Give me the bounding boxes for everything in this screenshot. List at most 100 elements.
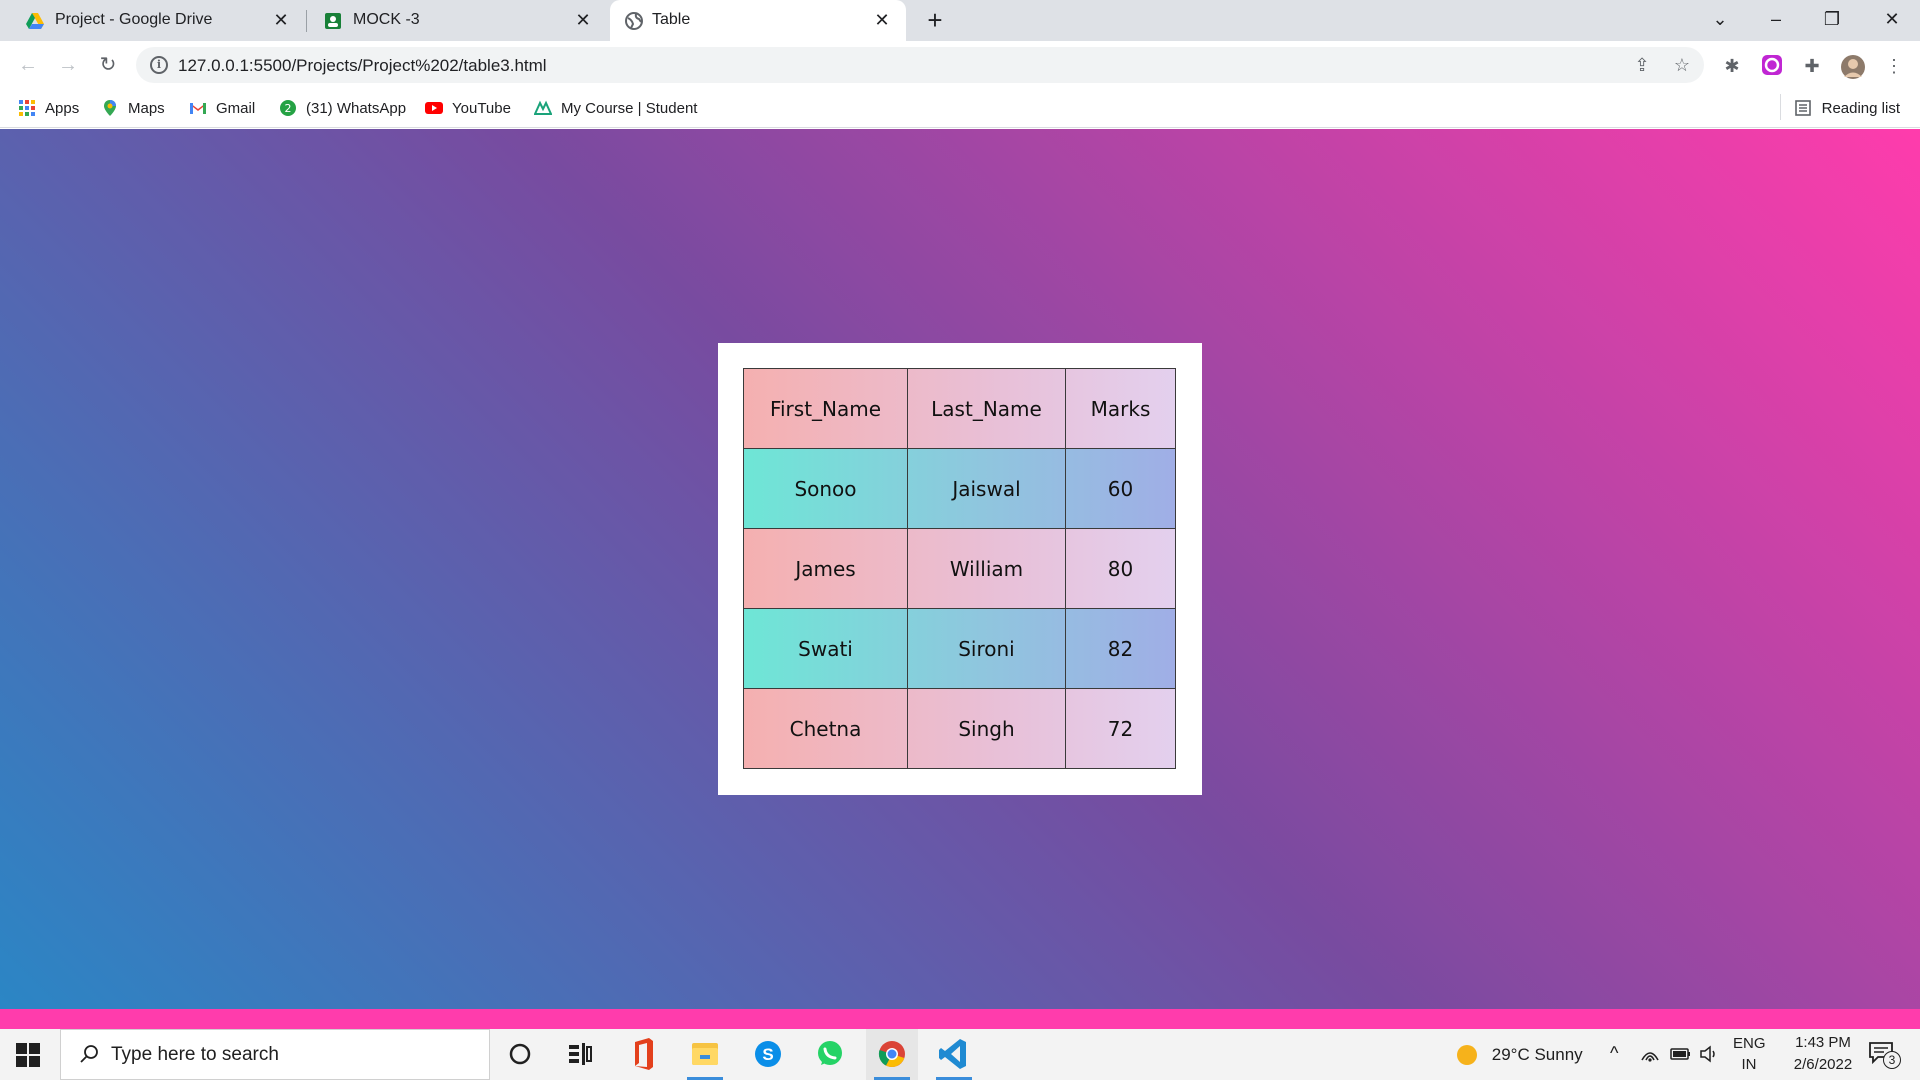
- globe-icon: [625, 12, 643, 30]
- table-row: Swati Sironi 82: [743, 608, 1176, 689]
- taskbar-search-box[interactable]: Type here to search: [60, 1029, 490, 1080]
- volume-icon[interactable]: [1699, 1044, 1719, 1080]
- tab-title: Project - Google Drive: [55, 11, 213, 28]
- header-last-name: Last_Name: [907, 368, 1066, 449]
- reading-list-button[interactable]: Reading list: [1794, 96, 1900, 120]
- bookmarks-bar: Apps Maps Gmail 2 (31) WhatsApp YouTube: [0, 88, 1920, 128]
- bookmark-maps[interactable]: Maps: [101, 96, 165, 120]
- bookmark-label: Maps: [128, 99, 165, 117]
- whatsapp-badge-icon: 2: [280, 100, 296, 116]
- clock-date: 2/6/2022: [1793, 1056, 1853, 1073]
- bookmark-apps[interactable]: Apps: [18, 96, 79, 120]
- bookmark-whatsapp[interactable]: 2 (31) WhatsApp: [279, 96, 406, 120]
- bookmark-label: (31) WhatsApp: [306, 99, 407, 117]
- close-icon[interactable]: ✕: [573, 10, 593, 30]
- cell-last-name: Sironi: [907, 608, 1066, 689]
- tab-strip: Project - Google Drive ✕ MOCK -3 ✕ Table…: [0, 0, 1920, 41]
- maps-pin-icon: [104, 100, 116, 116]
- notification-count-badge: 3: [1883, 1051, 1901, 1069]
- page-background: First_Name Last_Name Marks Sonoo Jaiswal…: [0, 129, 1920, 1009]
- vscode-icon[interactable]: [928, 1029, 980, 1080]
- youtube-icon: [425, 102, 443, 114]
- menu-dots-icon[interactable]: ⋮: [1882, 54, 1906, 78]
- bookmark-my-course[interactable]: My Course | Student: [534, 96, 697, 120]
- chevron-up-icon[interactable]: ^: [1610, 1043, 1618, 1080]
- table-header-row: First_Name Last_Name Marks: [743, 368, 1176, 449]
- battery-icon[interactable]: [1670, 1045, 1692, 1080]
- tab-table[interactable]: Table ✕: [610, 0, 906, 41]
- tab-google-drive[interactable]: Project - Google Drive ✕: [0, 0, 305, 41]
- new-tab-button[interactable]: +: [920, 6, 950, 36]
- share-icon[interactable]: ⇪: [1631, 54, 1653, 76]
- tab-mock[interactable]: MOCK -3 ✕: [307, 0, 607, 41]
- close-window-button[interactable]: ✕: [1864, 0, 1920, 41]
- close-icon[interactable]: ✕: [271, 10, 291, 30]
- tab-title: MOCK -3: [353, 11, 420, 28]
- weather-text: 29°C Sunny: [1491, 1045, 1583, 1064]
- gmail-icon: [190, 103, 206, 114]
- table-row: Chetna Singh 72: [743, 688, 1176, 769]
- cortana-icon[interactable]: [494, 1029, 546, 1080]
- weather-widget[interactable]: 29°C Sunny: [1455, 1043, 1583, 1080]
- taskbar-inner: Type here to search S 29°C Sunny ^ ENG I…: [0, 1029, 1920, 1080]
- office-logo-icon: [635, 1038, 653, 1070]
- cell-first-name: Sonoo: [743, 448, 908, 529]
- bookmark-label: Gmail: [216, 99, 256, 117]
- puzzle-icon[interactable]: ✚: [1800, 54, 1824, 78]
- cell-last-name: Singh: [907, 688, 1066, 769]
- cell-marks: 80: [1065, 528, 1176, 609]
- google-drive-icon: [26, 13, 44, 29]
- star-icon[interactable]: ☆: [1671, 54, 1693, 76]
- apps-grid-icon: [19, 100, 35, 116]
- avatar[interactable]: [1840, 54, 1865, 79]
- bookmark-youtube[interactable]: YouTube: [425, 96, 511, 120]
- browser-toolbar: ← → ↻ i 127.0.0.1:5500/Projects/Project%…: [0, 41, 1920, 88]
- info-icon[interactable]: i: [150, 56, 168, 74]
- restore-button[interactable]: ❐: [1804, 0, 1860, 41]
- minimize-button[interactable]: –: [1748, 0, 1804, 41]
- bookmark-gmail[interactable]: Gmail: [189, 96, 255, 120]
- forward-arrow-icon[interactable]: →: [54, 51, 82, 79]
- notification-center[interactable]: 3: [1868, 1041, 1904, 1080]
- svg-text:S: S: [762, 1045, 773, 1064]
- cortana-circle-icon: [509, 1043, 531, 1065]
- reload-icon[interactable]: ↻: [94, 51, 122, 79]
- chrome-icon[interactable]: [866, 1029, 918, 1080]
- url-text[interactable]: 127.0.0.1:5500/Projects/Project%202/tabl…: [178, 56, 547, 76]
- cell-first-name: Chetna: [743, 688, 908, 769]
- color-extension-icon[interactable]: [1760, 54, 1784, 78]
- language-region: IN: [1741, 1056, 1757, 1073]
- windows-start-icon[interactable]: [16, 1043, 40, 1067]
- address-bar[interactable]: i 127.0.0.1:5500/Projects/Project%202/ta…: [136, 47, 1704, 83]
- cell-marks: 60: [1065, 448, 1176, 529]
- reading-list-label: Reading list: [1821, 99, 1900, 117]
- tab-search-icon[interactable]: ⌄: [1692, 0, 1748, 41]
- language-indicator[interactable]: ENG IN: [1733, 1035, 1766, 1080]
- search-placeholder: Type here to search: [111, 1044, 279, 1065]
- file-explorer-icon[interactable]: [679, 1029, 731, 1080]
- back-arrow-icon[interactable]: ←: [14, 51, 42, 79]
- reading-list-icon: [1794, 100, 1811, 116]
- cell-marks: 72: [1065, 688, 1176, 769]
- cell-marks: 82: [1065, 608, 1176, 689]
- whatsapp-logo-icon: [818, 1041, 842, 1065]
- header-marks: Marks: [1065, 368, 1176, 449]
- network-icon[interactable]: [1640, 1044, 1660, 1080]
- header-first-name: First_Name: [743, 368, 908, 449]
- svg-text:2: 2: [285, 102, 292, 115]
- speaker-icon: [1700, 1045, 1715, 1063]
- search-icon: [80, 1045, 98, 1063]
- office-icon[interactable]: [617, 1029, 669, 1080]
- whatsapp-icon[interactable]: [804, 1029, 856, 1080]
- task-view-icon[interactable]: [554, 1029, 606, 1080]
- bookmark-label: My Course | Student: [561, 99, 698, 117]
- taskbar: Type here to search S 29°C Sunny ^ ENG I…: [0, 1009, 1920, 1080]
- profile-avatar-icon: [1841, 55, 1865, 79]
- google-sheets-icon: [325, 13, 341, 29]
- close-icon[interactable]: ✕: [872, 10, 892, 30]
- table-card: First_Name Last_Name Marks Sonoo Jaiswal…: [718, 343, 1202, 795]
- clock[interactable]: 1:43 PM 2/6/2022: [1778, 1034, 1868, 1080]
- sun-icon: [1457, 1045, 1477, 1065]
- bug-extension-icon[interactable]: ✱: [1720, 54, 1744, 78]
- skype-icon[interactable]: S: [742, 1029, 794, 1080]
